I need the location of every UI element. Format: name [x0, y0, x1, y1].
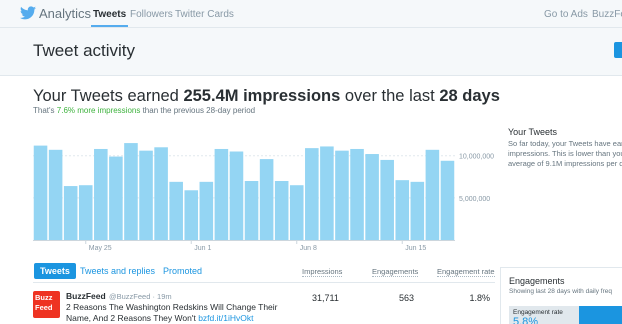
- chart-bar: [410, 181, 425, 240]
- twitter-bird-icon[interactable]: [20, 6, 36, 20]
- avatar[interactable]: Buzz Feed: [33, 291, 60, 318]
- tweet-author-name[interactable]: BuzzFeed: [66, 291, 106, 301]
- engagements-subtitle: Showing last 28 days with daily freq: [509, 288, 612, 295]
- avatar-text: Feed: [35, 303, 53, 312]
- engagement-rate-box[interactable]: Engagement rate 5.8%: [509, 306, 622, 324]
- chart-bar: [109, 156, 123, 240]
- compare-suffix: than the previous 28-day period: [140, 106, 256, 115]
- tweet-engagement-rate: 1.8%: [469, 293, 490, 303]
- side-panel-line: average of 9.1M impressions per da: [508, 159, 622, 168]
- side-panel-title: Your Tweets: [508, 127, 558, 137]
- chart-bar: [184, 190, 199, 240]
- chart-bar: [169, 181, 183, 240]
- x-tick-label: Jun 8: [300, 245, 317, 252]
- nav-tab-followers[interactable]: Followers: [130, 9, 173, 20]
- table-divider: [33, 282, 495, 283]
- side-panel-line: impressions. This is lower than you: [508, 149, 622, 158]
- side-panel-line: So far today, your Tweets have earn: [508, 139, 622, 148]
- chart-bar: [305, 148, 319, 240]
- summary-prefix: Your Tweets earned: [33, 87, 184, 105]
- nav-go-to-ads[interactable]: Go to Ads: [544, 9, 588, 20]
- top-nav: Analytics Tweets Followers Twitter Cards…: [0, 0, 622, 28]
- engagement-rate-value: 5.8%: [513, 316, 539, 324]
- chart-bar: [214, 148, 229, 240]
- chart-bar: [78, 185, 93, 240]
- column-engagement-rate[interactable]: Engagement rate: [437, 267, 495, 277]
- chart-bar: [320, 146, 334, 240]
- chart-bar: [395, 180, 410, 240]
- nav-tab-tweets[interactable]: Tweets: [90, 9, 129, 27]
- chart-bar: [380, 159, 394, 240]
- chart-bar: [425, 149, 440, 240]
- chart-bar: [139, 150, 153, 240]
- chart-bar: [289, 185, 304, 240]
- avatar-text: Buzz: [35, 293, 53, 302]
- x-tick-label: Jun 1: [194, 245, 211, 252]
- tab-tweets[interactable]: Tweets: [34, 263, 76, 279]
- chart-bar: [124, 143, 138, 240]
- chart-bar: [274, 181, 289, 240]
- tab-tweets-and-replies[interactable]: Tweets and replies: [80, 263, 155, 279]
- tweet-meta: @BuzzFeed · 19m: [109, 292, 172, 301]
- impressions-summary: Your Tweets earned 255.4M impressions ov…: [33, 87, 500, 106]
- y-tick-label: 5,000,000: [459, 196, 490, 203]
- x-tick-label: May 25: [89, 245, 112, 252]
- chart-bar: [63, 186, 78, 240]
- engagements-title: Engagements: [509, 276, 565, 286]
- tweet-link[interactable]: bzfd.it/1iHvOkt: [198, 313, 253, 323]
- tweet-text: 2 Reasons The Washington Redskins Will C…: [66, 302, 296, 323]
- compare-delta: 7.6% more impressions: [56, 106, 141, 115]
- impressions-bar-chart: 10,000,000 5,000,000 May 25 Jun 1 Jun 8 Jun 1…: [33, 143, 494, 252]
- tab-promoted[interactable]: Promoted: [163, 263, 202, 279]
- comparison-text: That's 7.6% more impressions than the pr…: [33, 106, 255, 115]
- engagement-rate-label: Engagement rate: [513, 309, 563, 316]
- chart-bar: [94, 148, 108, 240]
- tweet-impressions: 31,711: [312, 293, 339, 303]
- compare-prefix: That's: [33, 106, 57, 115]
- chart-bar: [244, 181, 259, 240]
- y-tick-label: 10,000,000: [459, 154, 494, 161]
- tweet-engagements: 563: [398, 293, 414, 303]
- summary-period: 28 days: [439, 87, 500, 105]
- brand-label[interactable]: Analytics: [39, 6, 91, 21]
- page-header: Tweet activity: [0, 28, 622, 76]
- x-tick-label: Jun 15: [405, 245, 426, 252]
- chart-bar: [154, 147, 168, 240]
- nav-tab-twitter-cards[interactable]: Twitter Cards: [175, 9, 234, 20]
- export-data-button[interactable]: [614, 42, 622, 58]
- column-impressions[interactable]: Impressions: [302, 267, 343, 277]
- tweets-table-header: Tweets Tweets and replies Promoted Impre…: [0, 260, 500, 282]
- summary-impressions: 255.4M impressions: [183, 87, 341, 105]
- chart-bar: [335, 150, 349, 240]
- engagement-rate-fill: [579, 306, 622, 324]
- chart-bar: [48, 149, 63, 240]
- chart-bar: [229, 151, 244, 240]
- engagements-card: Engagements Showing last 28 days with da…: [500, 267, 622, 324]
- nav-account-menu[interactable]: BuzzFee: [592, 9, 622, 20]
- chart-bar: [440, 160, 455, 240]
- your-tweets-panel: Your Tweets So far today, your Tweets ha…: [508, 127, 622, 169]
- page-title: Tweet activity: [33, 41, 136, 60]
- chart-bar: [350, 148, 364, 240]
- chart-bar: [33, 145, 48, 240]
- chart-bar: [259, 159, 274, 240]
- column-engagements[interactable]: Engagements: [372, 267, 419, 277]
- chart-bar: [199, 181, 214, 240]
- summary-middle: over the last: [340, 87, 440, 105]
- chart-bar: [365, 154, 379, 240]
